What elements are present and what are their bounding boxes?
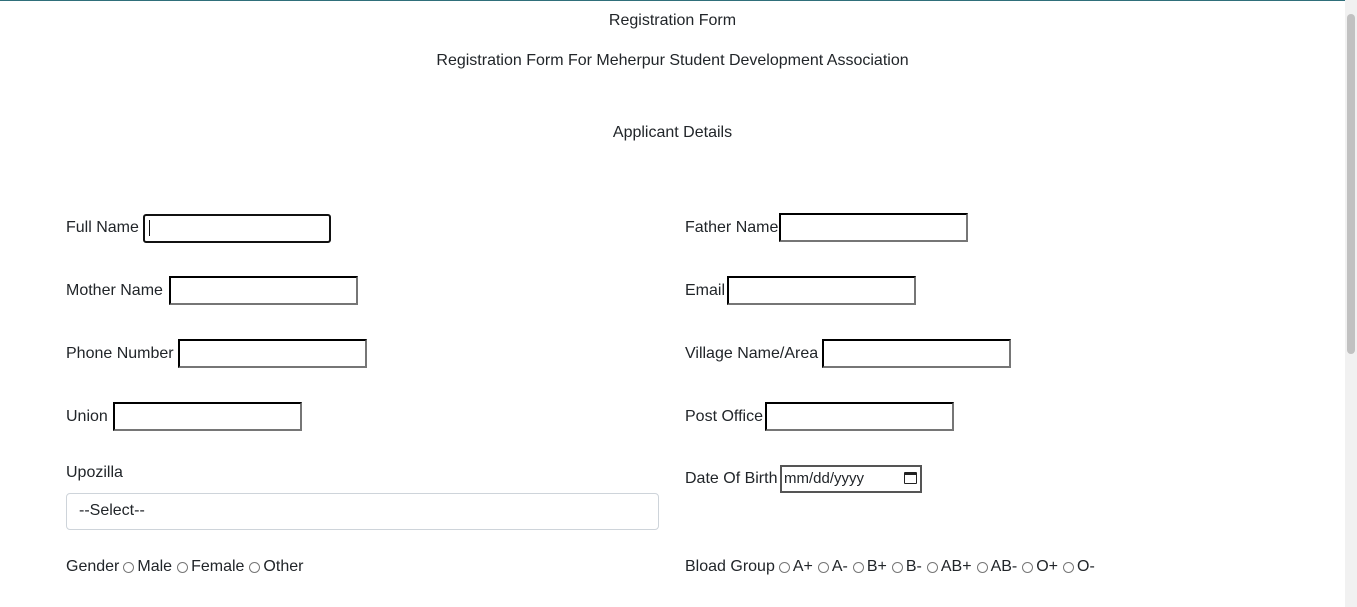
mother-name-label: Mother Name bbox=[66, 282, 163, 299]
gender-male-label: Male bbox=[137, 558, 173, 575]
dob-label: Date Of Birth bbox=[685, 470, 778, 487]
blood-ab-pos-radio[interactable] bbox=[926, 561, 938, 573]
gender-group: Gender Male Female Other bbox=[66, 558, 304, 576]
blood-o-neg-label: O- bbox=[1077, 558, 1095, 575]
page-title: Registration Form bbox=[608, 12, 737, 29]
gender-female-label: Female bbox=[191, 558, 245, 575]
blood-o-pos-label: O+ bbox=[1036, 558, 1059, 575]
blood-group-label: Bload Group bbox=[685, 558, 775, 575]
blood-a-pos-label: A+ bbox=[792, 558, 813, 575]
blood-ab-neg-radio[interactable] bbox=[976, 561, 988, 573]
blood-a-pos-radio[interactable] bbox=[778, 561, 790, 573]
gender-female-radio[interactable] bbox=[177, 561, 189, 573]
blood-b-neg-label: B- bbox=[905, 558, 922, 575]
dob-input[interactable]: mm/dd/yyyy bbox=[780, 465, 922, 493]
phone-label: Phone Number bbox=[66, 345, 174, 362]
union-label: Union bbox=[66, 408, 108, 425]
gender-male-radio[interactable] bbox=[123, 561, 135, 573]
father-name-input[interactable] bbox=[779, 213, 968, 242]
gender-other-radio[interactable] bbox=[249, 561, 261, 573]
blood-o-neg-radio[interactable] bbox=[1063, 561, 1075, 573]
email-label: Email bbox=[685, 282, 726, 299]
section-heading: Applicant Details bbox=[612, 124, 733, 141]
blood-b-pos-radio[interactable] bbox=[852, 561, 864, 573]
blood-a-neg-radio[interactable] bbox=[817, 561, 829, 573]
blood-b-pos-label: B+ bbox=[866, 558, 887, 575]
dob-placeholder: mm/dd/yyyy bbox=[784, 470, 865, 487]
blood-ab-pos-label: AB+ bbox=[940, 558, 972, 575]
post-office-input[interactable] bbox=[765, 402, 954, 431]
form-subtitle: Registration Form For Meherpur Student D… bbox=[436, 52, 909, 69]
village-input[interactable] bbox=[822, 339, 1011, 368]
scrollbar-thumb[interactable] bbox=[1347, 14, 1355, 354]
village-label: Village Name/Area bbox=[685, 345, 819, 362]
vertical-scrollbar[interactable] bbox=[1345, 0, 1357, 607]
calendar-icon[interactable] bbox=[904, 472, 917, 484]
blood-a-neg-label: A- bbox=[831, 558, 848, 575]
blood-group-group: Bload Group A+ A- B+ B- AB+ AB- O+ O- bbox=[685, 558, 1096, 576]
blood-o-pos-radio[interactable] bbox=[1022, 561, 1034, 573]
father-name-label: Father Name bbox=[685, 219, 779, 236]
blood-ab-neg-label: AB- bbox=[990, 558, 1018, 575]
top-border bbox=[0, 0, 1357, 1]
gender-other-label: Other bbox=[263, 558, 304, 575]
mother-name-input[interactable] bbox=[169, 276, 358, 305]
email-input[interactable] bbox=[727, 276, 916, 305]
full-name-input[interactable] bbox=[143, 214, 331, 243]
union-input[interactable] bbox=[113, 402, 302, 431]
full-name-label: Full Name bbox=[66, 219, 139, 236]
upozilla-select[interactable]: --Select-- bbox=[66, 493, 659, 530]
phone-input[interactable] bbox=[178, 339, 367, 368]
post-office-label: Post Office bbox=[685, 408, 763, 425]
blood-b-neg-radio[interactable] bbox=[891, 561, 903, 573]
text-caret bbox=[149, 220, 150, 236]
upozilla-label: Upozilla bbox=[66, 464, 123, 481]
gender-label: Gender bbox=[66, 558, 120, 575]
